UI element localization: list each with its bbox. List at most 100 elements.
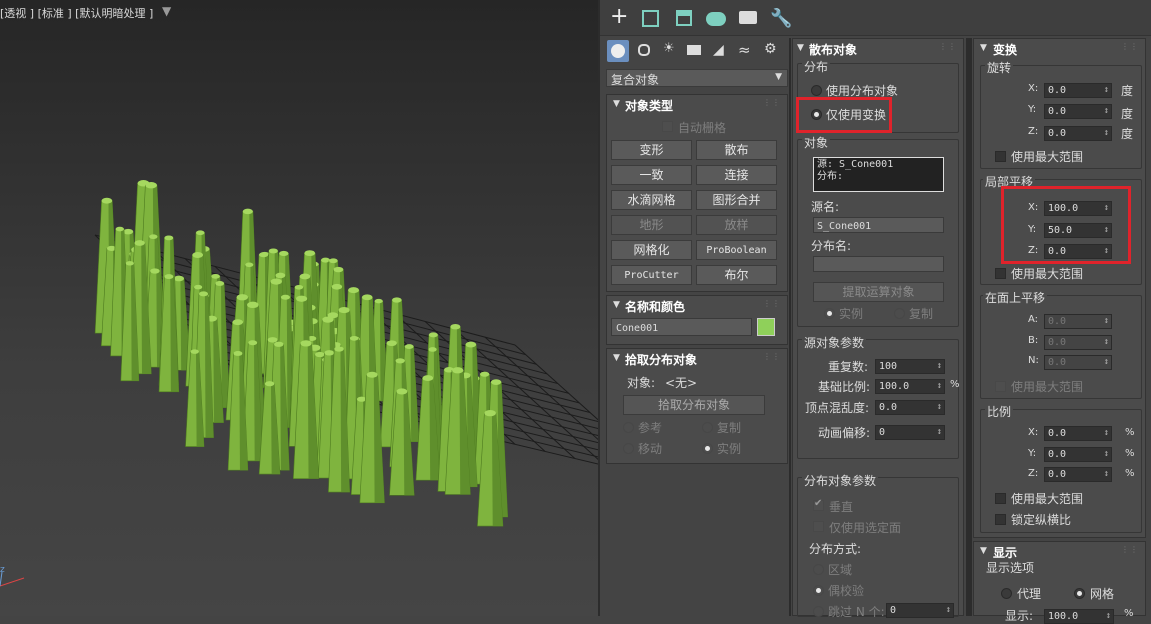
a-label: A: (1028, 314, 1039, 325)
perpendicular-checkbox[interactable] (813, 498, 824, 511)
rotation-x-spinner[interactable]: 0.0 (1044, 83, 1112, 98)
viewport-label[interactable]: [透视 ] [标准 ] [默认明暗处理 ] (0, 5, 153, 21)
local-usemax-checkbox[interactable] (995, 268, 1006, 279)
create-icon[interactable]: + (610, 4, 628, 30)
color-swatch[interactable] (757, 318, 775, 336)
reference-radio[interactable] (623, 422, 634, 433)
scene-canvas[interactable] (0, 0, 598, 616)
cone-cap (150, 268, 160, 274)
scale-usemax-checkbox[interactable] (995, 493, 1006, 504)
collapse-icon[interactable]: ▼ (613, 353, 620, 363)
display-icon[interactable] (739, 11, 757, 24)
rollout-title[interactable]: 变换 (993, 41, 1017, 58)
group-title: 源对象参数 (802, 334, 867, 351)
face-usemax-checkbox[interactable] (995, 381, 1006, 392)
object-name-input[interactable]: Cone001 (611, 318, 752, 336)
dist-name-input[interactable] (813, 256, 944, 272)
selected-faces-checkbox[interactable] (813, 521, 824, 532)
collapse-icon[interactable]: ▼ (797, 43, 804, 53)
display-percent-spinner[interactable]: 100.0 (1044, 609, 1114, 624)
geometry-tab[interactable] (607, 40, 629, 62)
mesher-button[interactable]: 网格化 (611, 240, 692, 260)
cameras-icon[interactable] (687, 45, 701, 55)
conform-button[interactable]: 一致 (611, 165, 692, 185)
anim-offset-spinner[interactable]: 0 (875, 425, 945, 440)
category-dropdown[interactable]: 复合对象 ▼ (606, 69, 788, 87)
scale-x-spinner[interactable]: 0.0 (1044, 426, 1112, 441)
autogrid-checkbox[interactable] (662, 121, 673, 132)
object-listbox[interactable]: 源: S_Cone001 分布: (813, 157, 944, 192)
cone-cap (149, 234, 158, 240)
move-radio[interactable] (623, 443, 634, 454)
terrain-button[interactable]: 地形 (611, 215, 692, 235)
rotation-usemax-checkbox[interactable] (995, 151, 1006, 162)
cone-cap (422, 375, 434, 382)
instance-radio[interactable] (824, 308, 835, 319)
copy-radio[interactable] (702, 422, 713, 433)
area-radio[interactable] (813, 564, 824, 575)
rotation-y-spinner[interactable]: 0.0 (1044, 104, 1112, 119)
duplicates-spinner[interactable]: 100 (875, 359, 945, 374)
collapse-icon[interactable]: ▼ (980, 546, 987, 556)
face-n-spinner[interactable]: 0.0 (1044, 355, 1112, 370)
loft-button[interactable]: 放样 (696, 215, 777, 235)
lights-icon[interactable]: ☀ (663, 41, 675, 56)
group-title: 分布对象参数 (802, 472, 879, 489)
procutter-button[interactable]: ProCutter (611, 265, 692, 285)
drag-handle-icon[interactable]: ⋮⋮ (1121, 545, 1139, 554)
list-item[interactable]: 源: S_Cone001 (817, 159, 940, 171)
motion-icon[interactable] (706, 12, 726, 26)
connect-button[interactable]: 连接 (696, 165, 777, 185)
drag-handle-icon[interactable]: ⋮⋮ (1121, 42, 1139, 51)
mesh-radio[interactable] (1074, 588, 1085, 599)
drag-handle-icon[interactable]: ⋮⋮ (763, 352, 781, 361)
viewport-perspective[interactable]: [透视 ] [标准 ] [默认明暗处理 ] ▼ z (0, 0, 598, 616)
shapes-icon[interactable] (638, 44, 650, 56)
helpers-icon[interactable]: ◢ (713, 42, 724, 58)
drag-handle-icon[interactable]: ⋮⋮ (939, 42, 957, 51)
morph-button[interactable]: 变形 (611, 140, 692, 160)
rollout-title[interactable]: 对象类型 (625, 97, 673, 114)
pick-distribution-button[interactable]: 拾取分布对象 (623, 395, 765, 415)
copy-radio[interactable] (894, 308, 905, 319)
drag-handle-icon[interactable]: ⋮⋮ (763, 299, 781, 308)
drag-handle-icon[interactable]: ⋮⋮ (763, 98, 781, 107)
face-a-spinner[interactable]: 0.0 (1044, 314, 1112, 329)
vertex-chaos-spinner[interactable]: 0.0 (875, 400, 945, 415)
boolean-button[interactable]: 布尔 (696, 265, 777, 285)
base-scale-spinner[interactable]: 100.0 (875, 379, 945, 394)
proxy-label: 代理 (1017, 587, 1042, 601)
extract-operand-button[interactable]: 提取运算对象 (813, 282, 944, 302)
skip-radio[interactable] (813, 606, 824, 617)
cone-cap (215, 281, 225, 286)
collapse-icon[interactable]: ▼ (613, 99, 620, 109)
rollout-title[interactable]: 散布对象 (809, 41, 857, 58)
instance-radio[interactable] (702, 443, 713, 454)
even-radio[interactable] (813, 585, 824, 596)
cone-cap (314, 351, 325, 358)
use-distribution-radio[interactable] (811, 85, 822, 96)
scale-y-spinner[interactable]: 0.0 (1044, 447, 1112, 462)
blobmesh-button[interactable]: 水滴网格 (611, 190, 692, 210)
face-b-spinner[interactable]: 0.0 (1044, 335, 1112, 350)
rollout-title[interactable]: 拾取分布对象 (625, 351, 697, 368)
list-item[interactable]: 分布: (817, 171, 940, 183)
scale-z-spinner[interactable]: 0.0 (1044, 467, 1112, 482)
proxy-radio[interactable] (1001, 588, 1012, 599)
utilities-icon[interactable]: 🔧 (770, 8, 792, 29)
hierarchy-icon[interactable] (676, 10, 692, 26)
shapemerge-button[interactable]: 图形合并 (696, 190, 777, 210)
rotation-z-spinner[interactable]: 0.0 (1044, 126, 1112, 141)
proboolean-button[interactable]: ProBoolean (696, 240, 777, 260)
systems-icon[interactable]: ⚙ (764, 41, 777, 57)
rollout-title[interactable]: 名称和颜色 (625, 298, 685, 315)
scatter-button[interactable]: 散布 (696, 140, 777, 160)
collapse-icon[interactable]: ▼ (613, 300, 620, 310)
source-name-input[interactable]: S_Cone001 (813, 217, 944, 233)
x-label: X: (1028, 427, 1039, 438)
lock-aspect-checkbox[interactable] (995, 514, 1006, 525)
modify-icon[interactable] (642, 10, 659, 27)
collapse-icon[interactable]: ▼ (980, 43, 987, 53)
funnel-icon[interactable]: ▼ (162, 4, 171, 18)
spacewarps-icon[interactable]: ≈ (738, 41, 751, 59)
